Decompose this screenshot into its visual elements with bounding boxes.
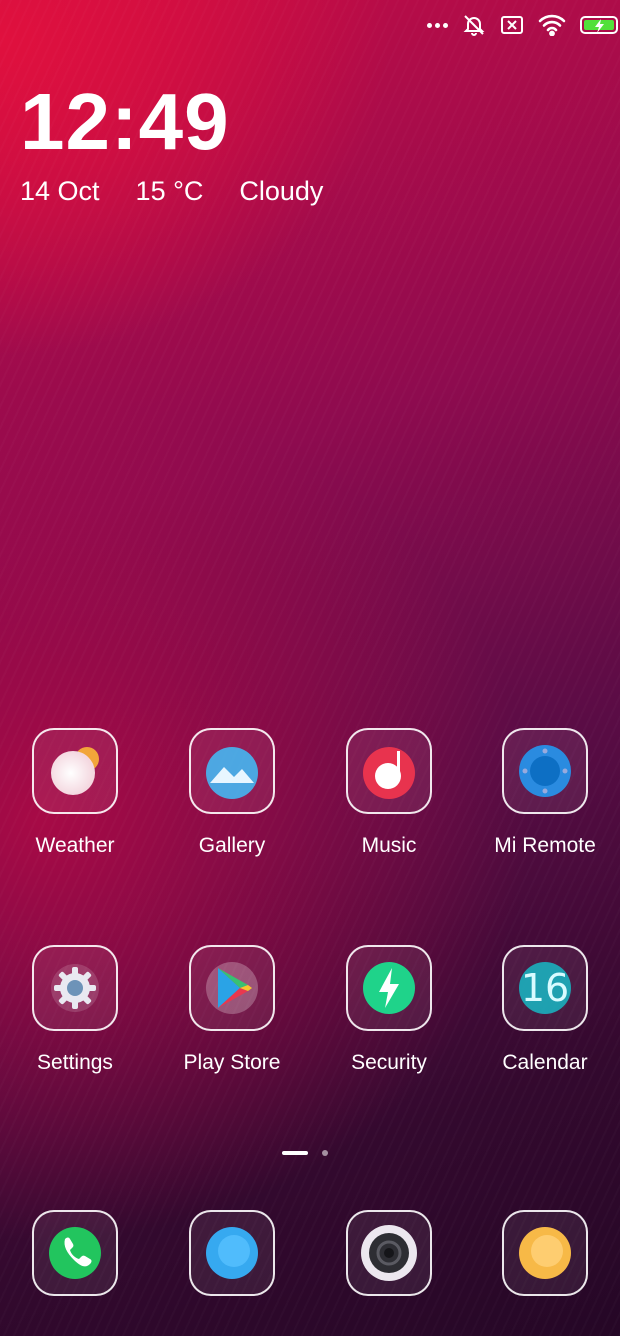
date-text: 14 Oct bbox=[20, 176, 100, 206]
settings-gear-icon bbox=[32, 945, 118, 1031]
app-settings[interactable]: Settings bbox=[0, 945, 150, 1075]
weather-condition-text: Cloudy bbox=[239, 176, 324, 206]
dock-phone[interactable] bbox=[0, 1210, 150, 1296]
sim-card-x-icon bbox=[500, 15, 524, 35]
page-dot-active[interactable] bbox=[282, 1151, 308, 1155]
temperature-text: 15 °C bbox=[135, 176, 204, 206]
app-label: Music bbox=[361, 834, 417, 857]
dock-messages[interactable] bbox=[157, 1210, 307, 1296]
app-mi-remote[interactable]: Mi Remote bbox=[470, 728, 620, 858]
date-weather-row: 14 Oct 15 °C Cloudy bbox=[20, 176, 359, 207]
weather-icon bbox=[32, 728, 118, 814]
more-dots-icon bbox=[427, 22, 448, 28]
music-icon bbox=[346, 728, 432, 814]
app-label: Calendar bbox=[502, 1051, 588, 1074]
app-label: Mi Remote bbox=[494, 834, 596, 857]
dock-camera[interactable] bbox=[314, 1210, 464, 1296]
app-label: Settings bbox=[37, 1051, 113, 1074]
app-play-store[interactable]: Play Store bbox=[157, 945, 307, 1075]
play-store-icon bbox=[189, 945, 275, 1031]
app-security[interactable]: Security bbox=[314, 945, 464, 1075]
app-weather[interactable]: Weather bbox=[0, 728, 150, 858]
app-calendar[interactable]: 16 Calendar bbox=[470, 945, 620, 1075]
page-indicator[interactable] bbox=[282, 1150, 328, 1156]
app-label: Security bbox=[351, 1051, 427, 1074]
battery-charging-icon bbox=[580, 14, 620, 36]
messages-icon bbox=[189, 1210, 275, 1296]
app-label: Play Store bbox=[183, 1051, 281, 1074]
app-gallery[interactable]: Gallery bbox=[157, 728, 307, 858]
camera-icon bbox=[346, 1210, 432, 1296]
gallery-icon bbox=[189, 728, 275, 814]
calendar-icon: 16 bbox=[502, 945, 588, 1031]
browser-icon bbox=[502, 1210, 588, 1296]
page-dot-inactive[interactable] bbox=[322, 1150, 328, 1156]
alarm-off-icon bbox=[462, 13, 486, 37]
dock-browser[interactable] bbox=[470, 1210, 620, 1296]
clock-time[interactable]: 12:49 bbox=[20, 82, 230, 162]
calendar-day-badge: 16 bbox=[520, 966, 570, 1010]
app-music[interactable]: Music bbox=[314, 728, 464, 858]
app-label: Gallery bbox=[198, 834, 266, 857]
status-bar bbox=[427, 10, 620, 40]
phone-icon bbox=[32, 1210, 118, 1296]
security-bolt-icon bbox=[346, 945, 432, 1031]
mi-remote-icon bbox=[502, 728, 588, 814]
wifi-icon bbox=[538, 14, 566, 36]
app-label: Weather bbox=[35, 834, 115, 857]
